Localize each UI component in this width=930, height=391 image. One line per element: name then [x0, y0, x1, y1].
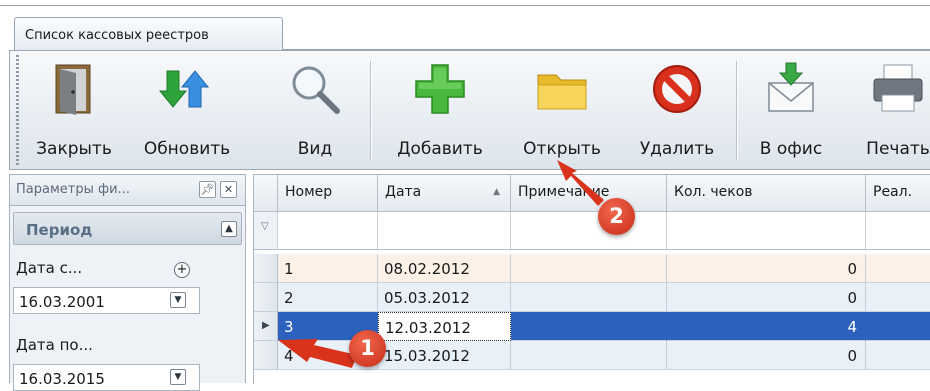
toolbar-separator	[370, 61, 372, 161]
send-to-office-button[interactable]: В офис	[745, 51, 837, 169]
cell-note[interactable]	[511, 312, 667, 341]
delete-button[interactable]: Удалить	[622, 51, 732, 169]
tab-cash-registers[interactable]: Список кассовых реестров	[14, 17, 283, 50]
cell-realization[interactable]	[866, 341, 930, 370]
period-group-header[interactable]: Период ▲	[13, 212, 242, 245]
refresh-button-label: Обновить	[143, 139, 231, 159]
grid-corner	[254, 175, 278, 212]
door-exit-icon	[55, 64, 91, 115]
green-plus-icon	[415, 64, 465, 114]
view-button-label: Вид	[297, 139, 333, 159]
annotation-badge-1: 1	[349, 330, 386, 367]
cell-checks[interactable]: 0	[667, 341, 866, 370]
column-header-label: Кол. чеков	[674, 184, 753, 200]
filter-row-indicator: ▽	[254, 212, 278, 250]
cell-date[interactable]: 15.03.2012	[378, 341, 511, 370]
tab-title: Список кассовых реестров	[25, 28, 209, 43]
date-from-field[interactable]: 16.03.2001 ▼	[13, 287, 200, 314]
chevron-down-icon[interactable]: ▼	[170, 292, 186, 308]
magnifier-icon	[292, 66, 340, 114]
row-indicator[interactable]	[254, 341, 278, 370]
cell-date[interactable]: 08.02.2012	[378, 254, 511, 283]
view-button[interactable]: Вид	[280, 51, 350, 169]
column-header-checks[interactable]: Кол. чеков	[667, 175, 866, 212]
column-header-label: Примечание	[518, 184, 610, 200]
column-header-note[interactable]: Примечание	[511, 175, 667, 212]
current-row-arrow-icon: ▶	[262, 320, 270, 331]
date-from-label: Дата с...	[16, 259, 83, 277]
row-indicator[interactable]	[254, 254, 278, 283]
date-to-field[interactable]: 16.03.2015 ▼	[13, 364, 200, 391]
open-button[interactable]: Открыть	[507, 51, 617, 169]
print-button[interactable]: Печать	[848, 51, 930, 169]
cell-number[interactable]: 1	[278, 254, 378, 283]
date-from-value: 16.03.2001	[19, 293, 105, 311]
filter-cell-realization[interactable]	[866, 212, 930, 250]
column-header-label: Реал.	[873, 184, 913, 200]
cell-note[interactable]	[511, 283, 667, 312]
folder-icon	[537, 74, 587, 110]
add-button-label: Добавить	[397, 139, 483, 159]
print-button-label: Печать	[866, 139, 930, 159]
cell-checks[interactable]: 0	[667, 283, 866, 312]
cell-realization[interactable]	[866, 283, 930, 312]
filter-panel-title: Параметры фи...	[16, 182, 130, 197]
chevron-up-icon[interactable]: ▲	[221, 221, 237, 237]
toolbar-separator	[736, 61, 738, 161]
annotation-badge-2: 2	[598, 198, 635, 235]
filter-cell-note[interactable]	[511, 212, 667, 250]
printer-icon	[873, 64, 923, 112]
filter-funnel-icon: ▽	[261, 221, 269, 232]
column-header-realization[interactable]: Реал.	[866, 175, 930, 212]
refresh-button[interactable]: Обновить	[127, 51, 247, 169]
filter-cell-date[interactable]	[378, 212, 511, 250]
sort-ascending-icon: ▲	[493, 187, 500, 197]
toolbar-grip[interactable]	[16, 55, 19, 165]
cell-note[interactable]	[511, 341, 667, 370]
send-to-office-button-label: В офис	[759, 139, 823, 159]
open-button-label: Открыть	[523, 139, 601, 159]
pin-icon[interactable]: 📌︎	[199, 181, 216, 198]
period-group-title: Период	[26, 221, 93, 239]
cell-realization[interactable]	[866, 254, 930, 283]
close-button-label: Закрыть	[36, 139, 112, 159]
column-header-date[interactable]: Дата ▲	[378, 175, 511, 212]
delete-button-label: Удалить	[639, 139, 715, 159]
close-button[interactable]: Закрыть	[32, 51, 116, 169]
date-to-label: Дата по...	[16, 336, 93, 354]
add-circle-icon[interactable]: +	[174, 262, 190, 278]
column-header-label: Дата	[385, 184, 422, 200]
cell-checks[interactable]: 4	[667, 312, 866, 341]
toolbar: Закрыть Обновить Вид Добавить Открыть Уд…	[9, 50, 930, 170]
row-indicator[interactable]	[254, 283, 278, 312]
cell-date[interactable]: 05.03.2012	[378, 283, 511, 312]
add-button[interactable]: Добавить	[380, 51, 500, 169]
refresh-arrows-icon	[159, 70, 210, 108]
cell-date-focused[interactable]: 12.03.2012	[378, 312, 511, 341]
filter-panel-header: Параметры фи... 📌︎ ✕	[9, 174, 246, 206]
window-top-border	[0, 5, 930, 6]
cell-note[interactable]	[511, 254, 667, 283]
column-header-number[interactable]: Номер	[278, 175, 378, 212]
envelope-arrow-icon	[768, 62, 814, 112]
filter-cell-checks[interactable]	[667, 212, 866, 250]
cell-checks[interactable]: 0	[667, 254, 866, 283]
filter-cell-number[interactable]	[278, 212, 378, 250]
no-sign-icon	[653, 65, 701, 113]
cell-number[interactable]: 2	[278, 283, 378, 312]
date-to-value: 16.03.2015	[19, 370, 105, 388]
row-indicator-current[interactable]: ▶	[254, 312, 278, 341]
cell-realization[interactable]	[866, 312, 930, 341]
column-header-label: Номер	[285, 184, 333, 200]
close-icon[interactable]: ✕	[220, 181, 237, 198]
